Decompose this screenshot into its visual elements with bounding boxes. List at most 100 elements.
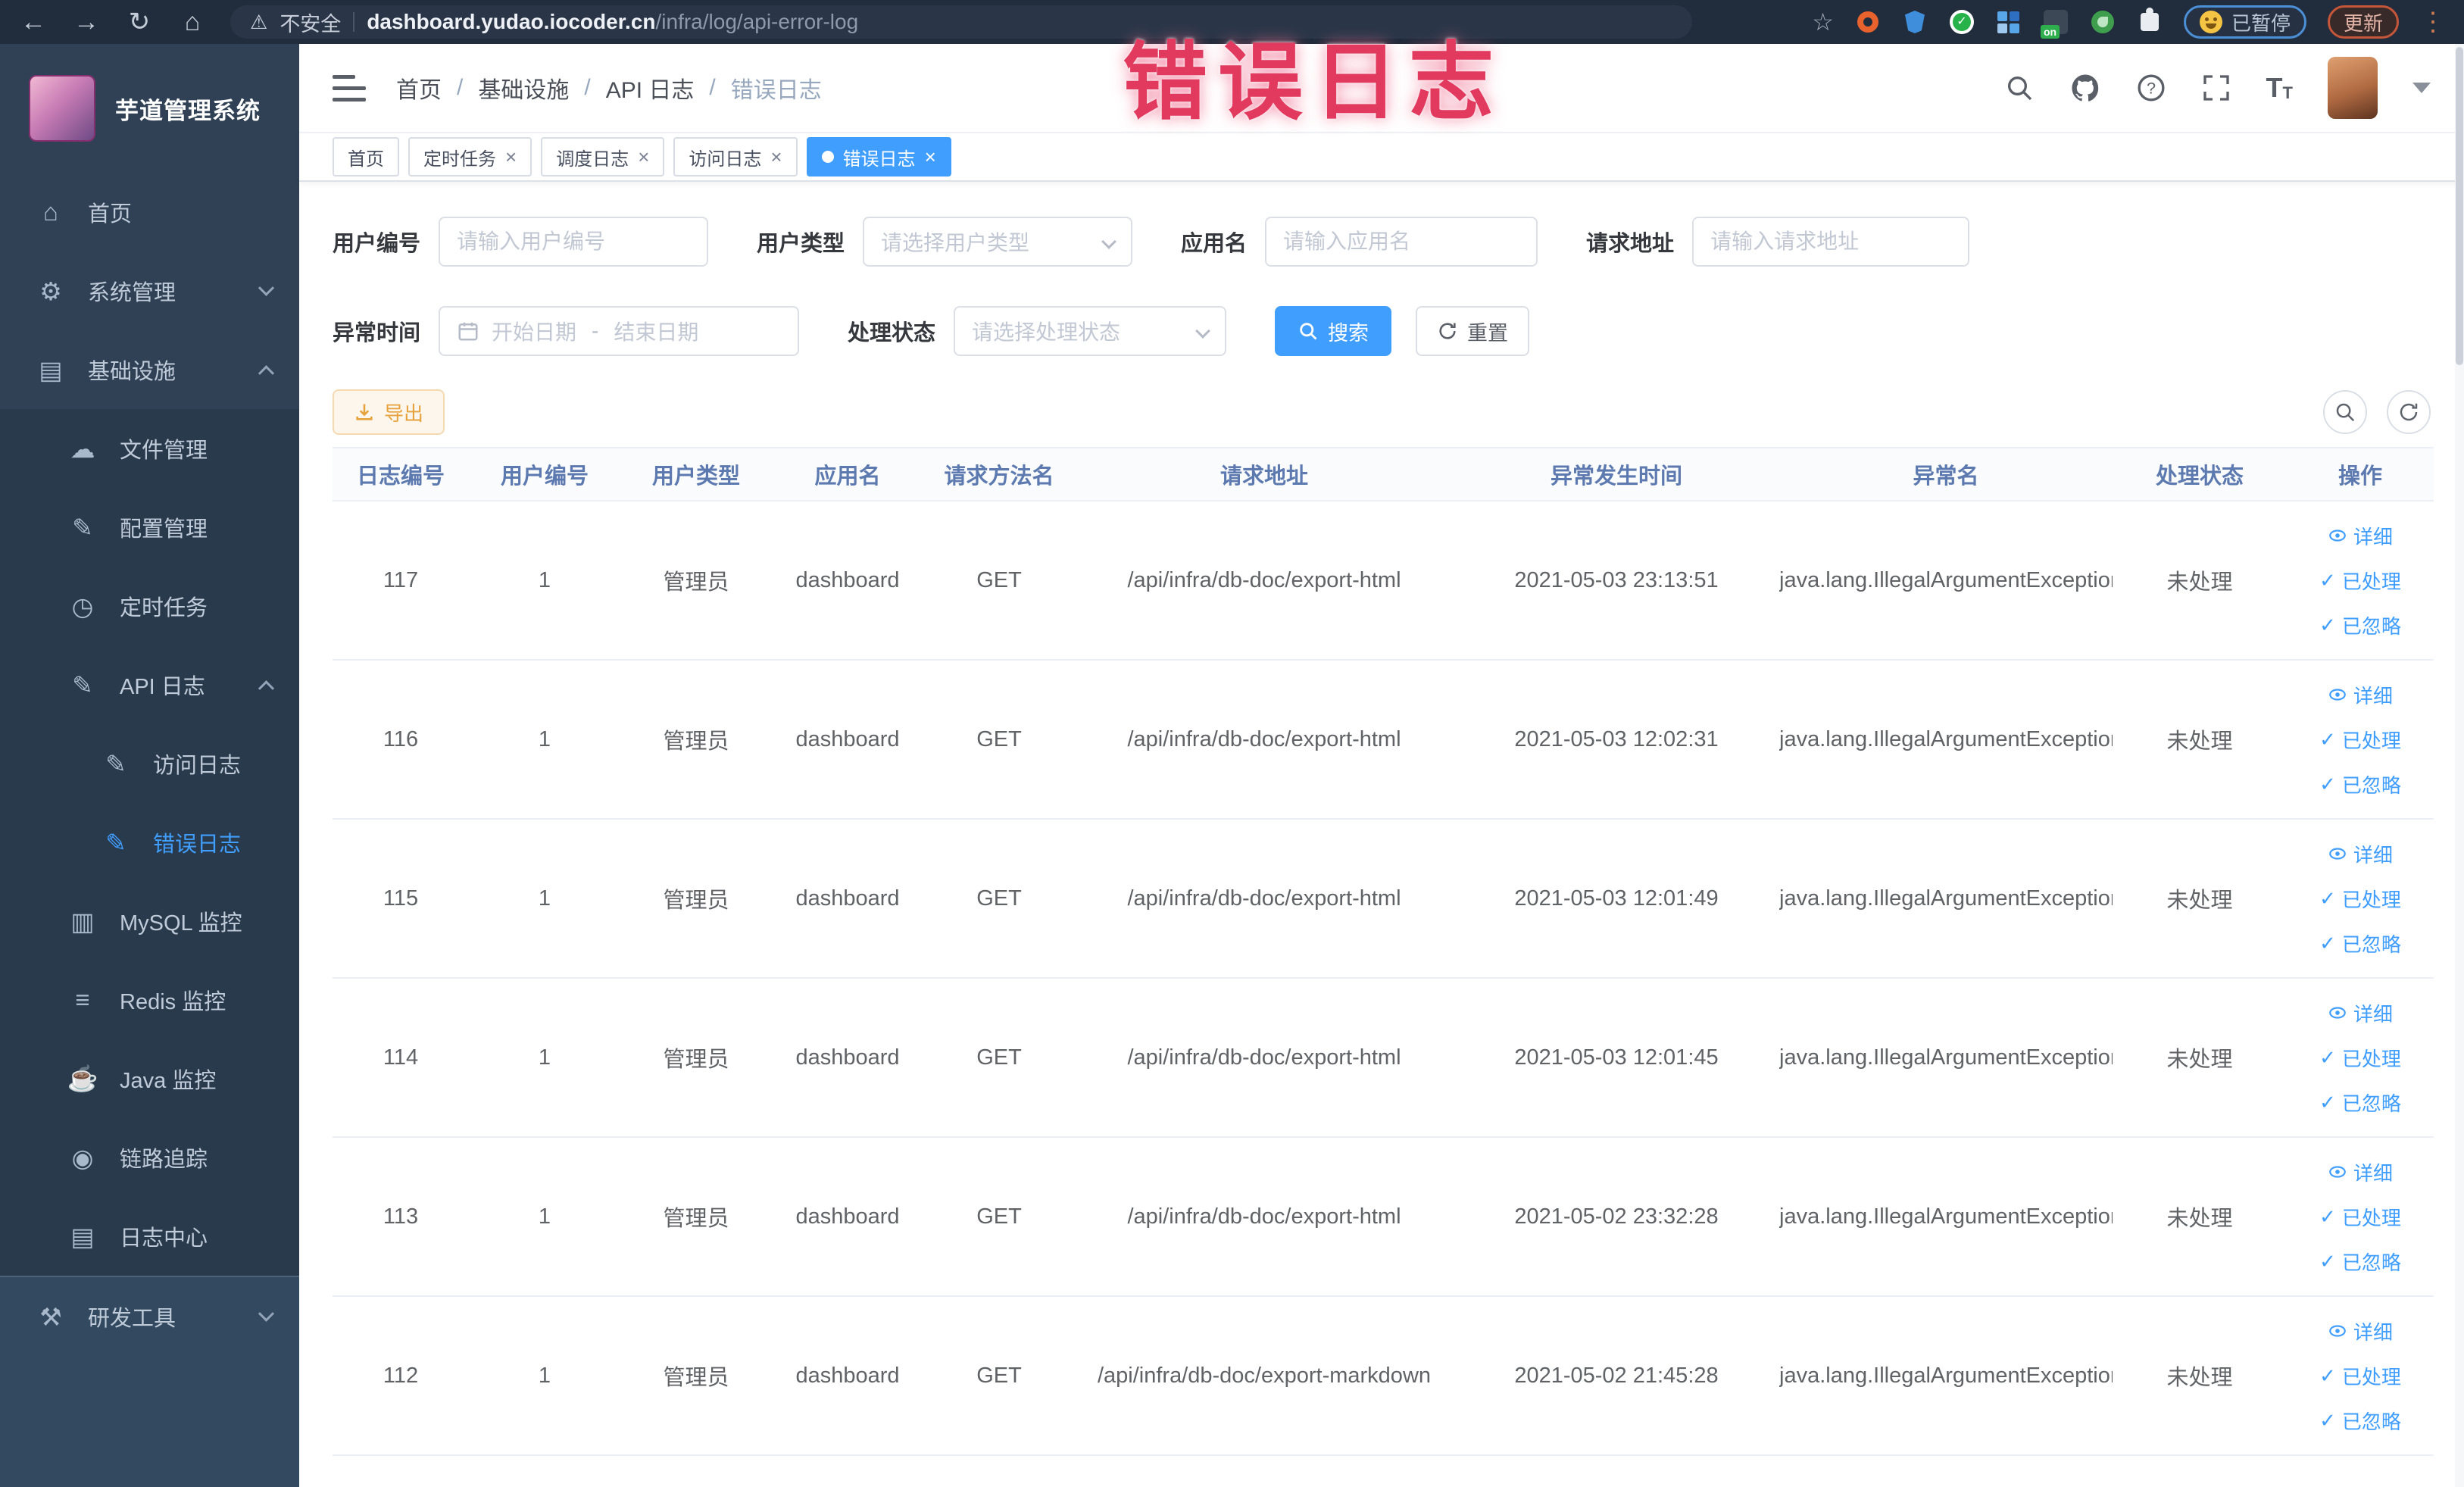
mark-ignored-link[interactable]: ✓ 已忽略 [2319,1407,2401,1435]
detail-link[interactable]: 详细 [2328,840,2393,868]
request-url-label: 请求地址 [1586,232,1675,256]
breadcrumb-infrastructure[interactable]: 基础设施 [478,71,569,105]
user-type-label: 用户类型 [757,232,845,256]
browser-back-icon[interactable]: ← [18,0,48,44]
col-status: 处理状态 [2113,447,2287,501]
date-end-placeholder: 结束日期 [614,320,699,344]
eye-icon: ◉ [71,1143,94,1172]
mark-ignored-link[interactable]: ✓ 已忽略 [2319,611,2401,639]
mark-processed-link[interactable]: ✓ 已处理 [2319,1203,2401,1231]
close-icon[interactable]: × [770,147,782,167]
browser-menu-kebab-icon[interactable]: ⋮ [2420,0,2446,44]
clock-icon: ◷ [71,592,94,620]
user-no-input[interactable] [457,230,691,254]
close-icon[interactable]: × [925,147,936,167]
status-text: 未处理 [2113,1137,2287,1297]
refresh-button[interactable] [2387,390,2431,434]
app-logo-row[interactable]: 芋道管理系统 [0,44,299,173]
mark-processed-link[interactable]: ✓ 已处理 [2319,1362,2401,1390]
table-row: 116 1 管理员 dashboard GET /api/infra/db-do… [333,660,2434,820]
sidebar-item-trace[interactable]: ◉ 链路追踪 [0,1118,299,1197]
sidebar-item-error-log[interactable]: ✎ 错误日志 [0,803,299,882]
app-name-input[interactable] [1283,230,1520,254]
paused-extension-button[interactable]: 已暂停 [2183,5,2306,39]
mark-ignored-link[interactable]: ✓ 已忽略 [2319,1248,2401,1276]
browser-update-button[interactable]: 更新 [2327,5,2399,39]
sidebar-item-scheduled-jobs[interactable]: ◷ 定时任务 [0,567,299,645]
date-range-picker[interactable]: 开始日期 - 结束日期 [439,306,800,356]
tab-error-log[interactable]: 错误日志 × [806,137,951,177]
extension-proxy-icon[interactable]: ✓ [1949,9,1975,35]
extension-leaf-icon[interactable] [2090,9,2116,35]
mark-processed-link[interactable]: ✓ 已处理 [2319,1044,2401,1072]
detail-link[interactable]: 详细 [2328,1317,2393,1345]
check-icon: ✓ [2319,1408,2336,1432]
calendar-icon [457,320,479,342]
fullscreen-icon[interactable] [2201,73,2231,103]
font-size-icon[interactable]: TT [2266,74,2293,102]
breadcrumb-api-logs[interactable]: API 日志 [606,71,695,105]
avatar[interactable] [2328,57,2378,119]
tab-home[interactable]: 首页 [333,137,399,177]
sidebar-item-dev-tools[interactable]: ⚒ 研发工具 [0,1277,299,1356]
sidebar-item-mysql-monitor[interactable]: ▥ MySQL 监控 [0,882,299,961]
extension-grid-icon[interactable] [1996,9,2022,35]
error-log-table: 日志编号 用户编号 用户类型 应用名 请求方法名 请求地址 异常发生时间 异常名… [333,447,2434,1456]
sidebar-item-java-monitor[interactable]: ☕ Java 监控 [0,1039,299,1118]
search-button[interactable]: 搜索 [1275,306,1392,356]
mark-ignored-link[interactable]: ✓ 已忽略 [2319,929,2401,957]
breadcrumb-home[interactable]: 首页 [396,71,442,105]
extension-shield-icon[interactable] [1902,9,1928,35]
smiley-icon [2199,11,2222,33]
search-icon[interactable] [2004,73,2035,103]
sidebar-item-home[interactable]: ⌂ 首页 [0,173,299,251]
sidebar-item-config-management[interactable]: ✎ 配置管理 [0,488,299,567]
sidebar-item-access-log[interactable]: ✎ 访问日志 [0,724,299,803]
scrollbar-thumb[interactable] [2456,47,2463,365]
mark-ignored-link[interactable]: ✓ 已忽略 [2319,1089,2401,1117]
close-icon[interactable]: × [505,147,517,167]
browser-reload-icon[interactable]: ↻ [124,0,155,44]
close-icon[interactable]: × [638,147,649,167]
extensions-puzzle-icon[interactable] [2137,8,2163,35]
detail-link[interactable]: 详细 [2328,999,2393,1027]
divider [353,12,355,32]
bookmark-star-icon[interactable]: ☆ [1812,8,1834,36]
caret-down-icon[interactable] [2412,83,2431,93]
export-button[interactable]: 导出 [333,389,445,435]
extension-switch-icon[interactable]: on [2040,9,2069,39]
user-type-select[interactable]: 请选择用户类型 [863,217,1133,267]
tab-access-log[interactable]: 访问日志 × [673,137,798,177]
sidebar-item-api-logs[interactable]: ✎ API 日志 [0,645,299,724]
browser-chrome: ← → ↻ ⌂ ⚠ 不安全 dashboard.yudao.iocoder.cn… [0,0,2464,44]
mark-ignored-link[interactable]: ✓ 已忽略 [2319,770,2401,798]
help-icon[interactable]: ? [2136,73,2166,103]
extension-adblock-icon[interactable] [1855,9,1881,35]
app-title: 芋道管理系统 [115,97,261,124]
address-bar[interactable]: ⚠ 不安全 dashboard.yudao.iocoder.cn/infra/l… [230,5,1692,39]
reset-button[interactable]: 重置 [1416,306,1530,356]
request-url-input[interactable] [1710,230,1952,254]
sidebar-item-redis-monitor[interactable]: ≡ Redis 监控 [0,961,299,1039]
browser-forward-icon[interactable]: → [71,0,101,44]
mark-processed-link[interactable]: ✓ 已处理 [2319,726,2401,754]
detail-link[interactable]: 详细 [2328,1158,2393,1186]
tab-scheduled-jobs[interactable]: 定时任务 × [408,137,532,177]
scrollbar[interactable] [2455,44,2464,1487]
tab-schedule-log[interactable]: 调度日志 × [541,137,665,177]
github-icon[interactable] [2069,72,2101,104]
sidebar-item-log-center[interactable]: ▤ 日志中心 [0,1197,299,1276]
check-icon: ✓ [2319,886,2336,910]
status-select[interactable]: 请选择处理状态 [954,306,1227,356]
browser-home-icon[interactable]: ⌂ [177,0,208,44]
toggle-search-button[interactable] [2323,390,2367,434]
mark-processed-link[interactable]: ✓ 已处理 [2319,567,2401,595]
sidebar-item-system-management[interactable]: ⚙ 系统管理 [0,251,299,330]
sidebar-item-infrastructure[interactable]: ▤ 基础设施 [0,330,299,409]
mark-processed-link[interactable]: ✓ 已处理 [2319,885,2401,913]
detail-link[interactable]: 详细 [2328,522,2393,550]
sidebar-toggle-icon[interactable] [333,74,366,102]
detail-link[interactable]: 详细 [2328,681,2393,709]
table-header-row: 日志编号 用户编号 用户类型 应用名 请求方法名 请求地址 异常发生时间 异常名… [333,447,2434,501]
sidebar-item-file-management[interactable]: ☁ 文件管理 [0,409,299,488]
